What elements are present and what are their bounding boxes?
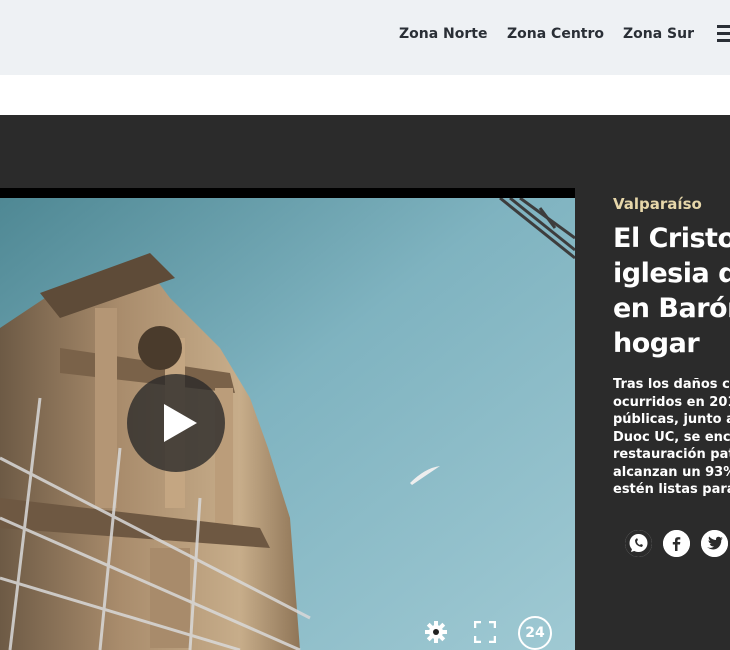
summary-line: ocurridos en 201 xyxy=(613,394,730,410)
nav-link-zona-norte[interactable]: Zona Norte xyxy=(399,26,487,42)
facebook-icon[interactable] xyxy=(663,530,690,557)
nav-link-zona-sur[interactable]: Zona Sur xyxy=(623,26,694,42)
summary-line: Tras los daños ca xyxy=(613,377,730,392)
headline-line: El Cristo xyxy=(613,223,730,254)
whatsapp-icon[interactable] xyxy=(625,530,652,557)
video-player[interactable] xyxy=(0,188,575,650)
summary-line: Duoc UC, se enca xyxy=(613,429,730,445)
twitter-icon[interactable] xyxy=(701,530,728,557)
top-navigation-bar: Zona Norte Zona Centro Zona Sur xyxy=(0,0,730,75)
church-tower-image xyxy=(0,198,575,650)
headline-line: hogar xyxy=(613,328,700,359)
summary-line: estén listas para xyxy=(613,482,730,497)
fullscreen-icon[interactable] xyxy=(474,621,496,643)
summary-line: públicas, junto a xyxy=(613,412,730,427)
headline-line: iglesia de xyxy=(613,258,730,289)
play-icon xyxy=(164,404,197,442)
summary-line: restauración pat xyxy=(613,447,730,462)
headline-line: en Barón xyxy=(613,293,730,324)
article-headline[interactable]: El Cristo iglesia de en Barón hogar xyxy=(613,221,730,361)
nav-link-zona-centro[interactable]: Zona Centro xyxy=(507,26,604,42)
gear-icon[interactable] xyxy=(424,620,448,644)
header-spacer xyxy=(0,75,730,115)
article-summary: Tras los daños ca ocurridos en 201 públi… xyxy=(613,376,730,499)
summary-line: alcanzan un 93% xyxy=(613,464,730,480)
article-teaser: Valparaíso El Cristo iglesia de en Barón… xyxy=(613,195,730,497)
channel-24-badge[interactable]: 24 xyxy=(518,616,552,650)
play-button[interactable] xyxy=(127,374,225,472)
hamburger-icon[interactable] xyxy=(717,23,730,43)
video-thumbnail xyxy=(0,198,575,650)
section-label[interactable]: Valparaíso xyxy=(613,195,730,213)
